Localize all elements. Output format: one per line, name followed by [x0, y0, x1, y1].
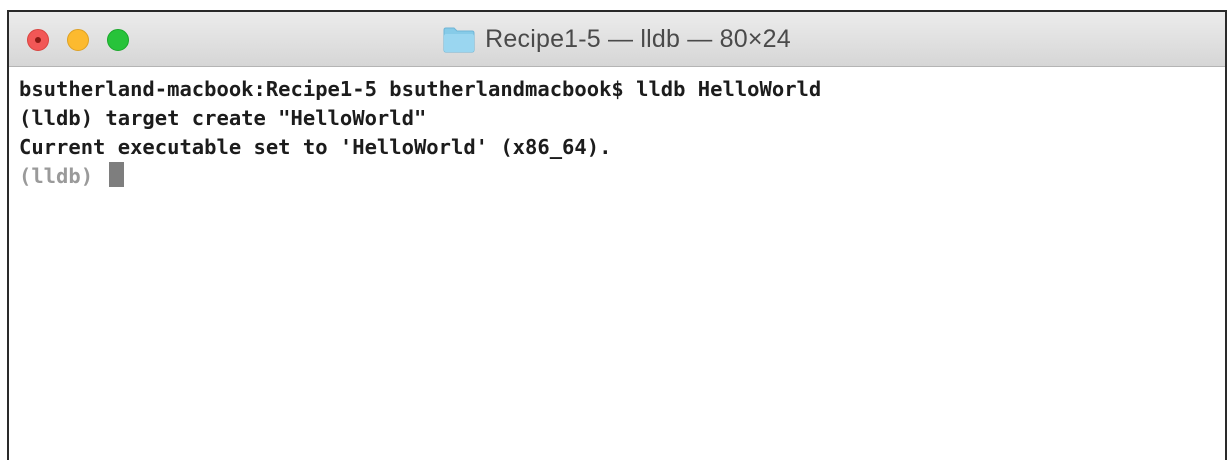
folder-icon	[443, 26, 475, 53]
terminal-output[interactable]: bsutherland-macbook:Recipe1-5 bsutherlan…	[9, 67, 1225, 191]
terminal-line: bsutherland-macbook:Recipe1-5 bsutherlan…	[19, 77, 822, 101]
lldb-prompt: (lldb)	[19, 164, 106, 188]
terminal-window: Recipe1-5 — lldb — 80×24 bsutherland-mac…	[7, 10, 1227, 460]
text-cursor	[109, 162, 125, 187]
window-title-group: Recipe1-5 — lldb — 80×24	[9, 12, 1225, 66]
title-bar[interactable]: Recipe1-5 — lldb — 80×24	[9, 12, 1225, 67]
terminal-line: Current executable set to 'HelloWorld' (…	[19, 135, 612, 159]
terminal-line: (lldb) target create "HelloWorld"	[19, 106, 427, 130]
terminal-prompt-line[interactable]: (lldb)	[19, 162, 1225, 191]
window-title: Recipe1-5 — lldb — 80×24	[485, 24, 791, 53]
